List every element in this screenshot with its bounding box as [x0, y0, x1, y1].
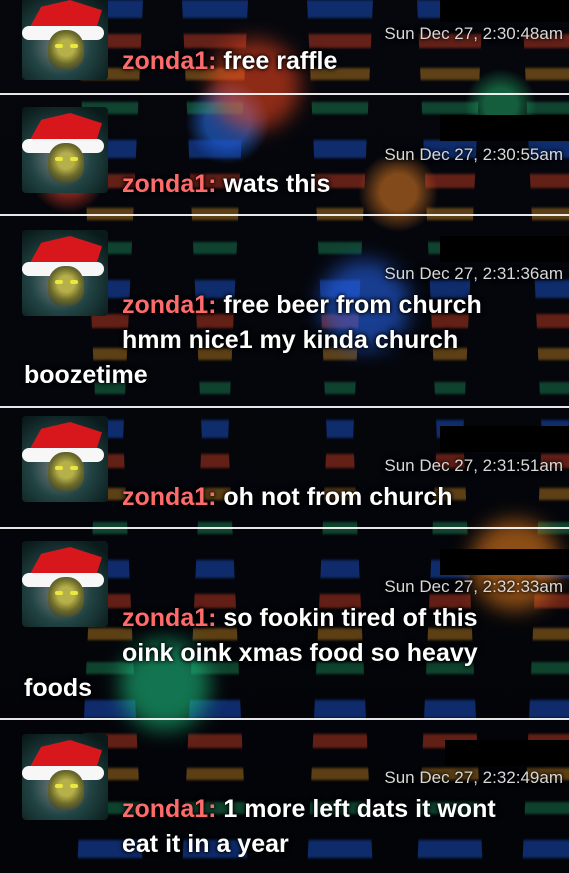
user-avatar[interactable]: [22, 0, 108, 80]
user-avatar[interactable]: [22, 416, 108, 502]
chat-message[interactable]: Sun Dec 27, 2:31:36am zonda1: free beer …: [0, 216, 569, 406]
message-username[interactable]: zonda1: [122, 604, 208, 632]
message-text: 1 more left dats it wont: [223, 795, 496, 823]
message-text: so fookin tired of this: [223, 604, 478, 632]
chat-message[interactable]: Sun Dec 27, 2:30:48am zonda1: free raffl…: [0, 0, 569, 93]
avatar-eye: [70, 157, 78, 161]
message-line: zonda1: so fookin tired of this: [122, 601, 478, 636]
redaction-box: [440, 0, 569, 22]
redaction-box: [440, 236, 569, 262]
message-line: zonda1: oh not from church: [122, 480, 453, 515]
avatar-face: [48, 30, 84, 70]
avatar-eye: [55, 157, 63, 161]
redaction-box: [440, 426, 569, 452]
username-separator: :: [208, 604, 224, 632]
message-timestamp: Sun Dec 27, 2:31:51am: [384, 456, 563, 475]
message-line: zonda1: 1 more left dats it wont: [122, 792, 496, 827]
message-timestamp: Sun Dec 27, 2:30:55am: [384, 145, 563, 164]
message-text: wats this: [223, 170, 331, 198]
username-separator: :: [208, 795, 224, 823]
message-text-continued: hmm nice1 my kinda church: [122, 326, 459, 354]
avatar-eye: [70, 280, 78, 284]
avatar-face: [48, 143, 84, 183]
message-username[interactable]: zonda1: [122, 47, 208, 75]
avatar-face: [48, 452, 84, 492]
avatar-face: [48, 770, 84, 810]
chat-message[interactable]: Sun Dec 27, 2:30:55am zonda1: wats this: [0, 95, 569, 215]
avatar-face: [48, 577, 84, 617]
message-text: free beer from church: [223, 291, 482, 319]
avatar-eye: [55, 591, 63, 595]
message-line: zonda1: free beer from church: [122, 288, 482, 323]
username-separator: :: [208, 483, 224, 511]
message-text: free raffle: [223, 47, 338, 75]
redaction-box: [440, 115, 569, 141]
message-timestamp: Sun Dec 27, 2:30:48am: [384, 24, 563, 43]
avatar-eye: [55, 466, 63, 470]
user-avatar[interactable]: [22, 734, 108, 820]
message-username[interactable]: zonda1: [122, 291, 208, 319]
avatar-eye: [70, 44, 78, 48]
message-text: oh not from church: [223, 483, 453, 511]
avatar-eye: [55, 280, 63, 284]
avatar-eye: [70, 784, 78, 788]
message-timestamp: Sun Dec 27, 2:32:33am: [384, 577, 563, 596]
user-avatar[interactable]: [22, 107, 108, 193]
chat-feed[interactable]: Sun Dec 27, 2:30:48am zonda1: free raffl…: [0, 0, 569, 873]
message-text-wrapped: boozetime: [24, 361, 148, 389]
chat-message[interactable]: Sun Dec 27, 2:32:33am zonda1: so fookin …: [0, 529, 569, 719]
message-timestamp: Sun Dec 27, 2:31:36am: [384, 264, 563, 283]
redaction-box: [440, 549, 569, 575]
message-text-continued: oink oink xmas food so heavy: [122, 639, 478, 667]
avatar-eye: [55, 44, 63, 48]
avatar-eye: [55, 784, 63, 788]
user-avatar[interactable]: [22, 230, 108, 316]
message-username[interactable]: zonda1: [122, 170, 208, 198]
message-text-wrapped: foods: [24, 674, 93, 702]
user-avatar[interactable]: [22, 541, 108, 627]
username-separator: :: [208, 47, 224, 75]
message-line: zonda1: wats this: [122, 167, 330, 202]
message-timestamp: Sun Dec 27, 2:32:49am: [384, 768, 563, 787]
avatar-eye: [70, 466, 78, 470]
chat-message[interactable]: Sun Dec 27, 2:31:51am zonda1: oh not fro…: [0, 408, 569, 528]
username-separator: :: [208, 170, 224, 198]
avatar-face: [48, 266, 84, 306]
message-username[interactable]: zonda1: [122, 483, 208, 511]
redaction-box: [445, 740, 569, 766]
chat-message[interactable]: Sun Dec 27, 2:32:49am zonda1: 1 more lef…: [0, 720, 569, 873]
message-line: zonda1: free raffle: [122, 44, 337, 79]
username-separator: :: [208, 291, 224, 319]
avatar-eye: [70, 591, 78, 595]
message-username[interactable]: zonda1: [122, 795, 208, 823]
message-text-continued: eat it in a year: [122, 830, 289, 858]
